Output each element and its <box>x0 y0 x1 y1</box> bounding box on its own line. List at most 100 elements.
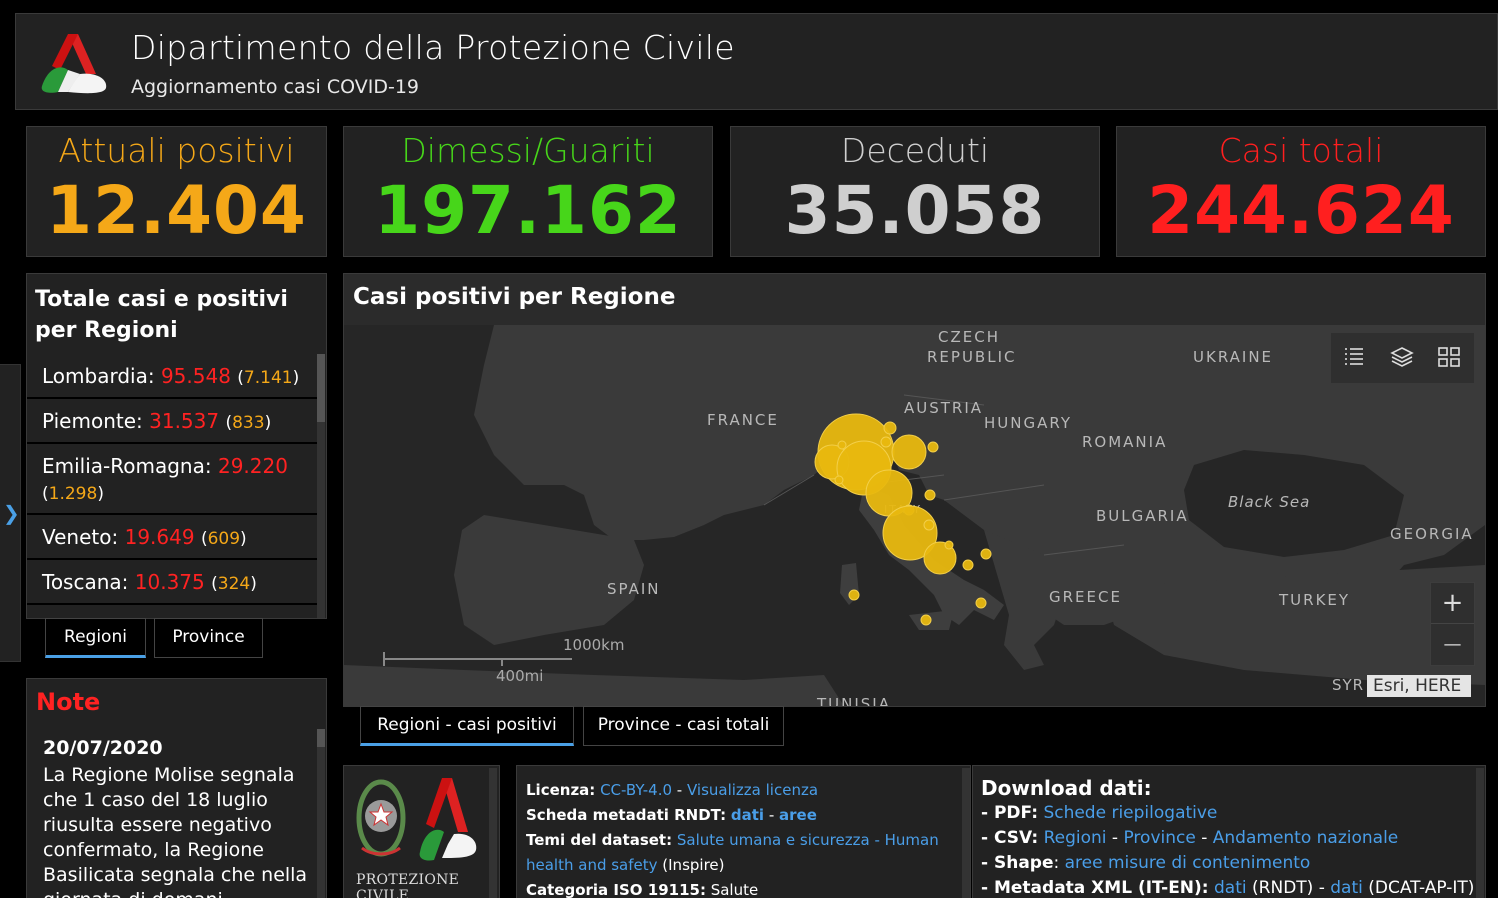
rndt-label: Scheda metadati RNDT: <box>526 806 727 824</box>
shape-label: - Shape <box>981 853 1054 873</box>
list-item[interactable]: Toscana: 10.375 (324) <box>27 560 317 605</box>
region-total: 29.220 <box>217 454 288 478</box>
stat-attuali-positivi: Attuali positivi 12.404 <box>26 126 327 257</box>
xml-rndt-link[interactable]: dati <box>1214 878 1247 898</box>
protezione-civile-triangle-icon <box>419 778 477 861</box>
protezione-civile-logo-icon <box>41 34 107 94</box>
zoom-in-button[interactable]: + <box>1431 583 1474 624</box>
pdf-label: - PDF: <box>981 803 1039 823</box>
stat-value: 244.624 <box>1147 172 1455 249</box>
notes-panel: Note 20/07/2020 La Regione Molise segnal… <box>26 678 327 898</box>
region-total: 10.375 <box>134 570 205 594</box>
separator: - <box>672 781 687 799</box>
region-name: Piemonte: <box>42 409 143 433</box>
region-total: 95.548 <box>160 364 231 388</box>
map-attribution[interactable]: Esri, HERE <box>1367 675 1471 697</box>
bubble-marche <box>924 489 936 501</box>
notes-text: La Regione Molise segnala che 1 caso del… <box>43 764 308 898</box>
regions-list-panel: Totale casi e positivi per Regioni Lomba… <box>26 273 327 619</box>
region-total: 19.649 <box>124 525 195 549</box>
regions-title: Totale casi e positivi per Regioni <box>35 287 288 343</box>
map-title: Casi positivi per Regione <box>353 284 676 310</box>
region-total: 31.537 <box>149 409 220 433</box>
map-toolbar <box>1331 333 1474 383</box>
legend-list-icon[interactable] <box>1343 346 1365 368</box>
map-view[interactable]: CZECH REPUBLIC UKRAINE FRANCE AUSTRIA HU… <box>344 325 1485 706</box>
bubble-puglia <box>980 548 992 560</box>
layers-icon[interactable] <box>1390 346 1414 368</box>
bubble-trentino <box>883 421 897 435</box>
page-title: Dipartimento della Protezione Civile <box>131 28 735 67</box>
stat-value: 12.404 <box>46 172 307 249</box>
tab-regioni-casi-positivi[interactable]: Regioni - casi positivi <box>360 706 574 746</box>
stat-label: Dimessi/Guariti <box>401 131 655 170</box>
licence-link[interactable]: CC-BY-4.0 <box>600 781 672 799</box>
scrollbar-thumb[interactable] <box>317 729 325 747</box>
side-panel-toggle[interactable]: ❯ <box>0 364 21 662</box>
download-title: Download dati: <box>981 776 1152 800</box>
logos-scrollbar[interactable] <box>489 768 497 898</box>
region-positive: 324 <box>217 574 251 594</box>
list-item[interactable]: Emilia-Romagna: 29.220 (1.298) <box>27 444 317 515</box>
bubble-veneto <box>891 434 927 470</box>
app-header: Dipartimento della Protezione Civile Agg… <box>15 13 1498 110</box>
csv-province-link[interactable]: Province <box>1123 828 1195 848</box>
stat-value: 35.058 <box>784 172 1046 249</box>
scale-km: 1000km <box>563 636 625 654</box>
download-scrollbar[interactable] <box>1476 768 1484 898</box>
tab-province-casi-totali[interactable]: Province - casi totali <box>583 706 784 746</box>
stat-deceduti: Deceduti 35.058 <box>730 126 1100 257</box>
tab-province[interactable]: Province <box>154 618 263 658</box>
rndt-dati-link[interactable]: dati <box>731 806 764 824</box>
list-item[interactable]: Piemonte: 31.537 (833) <box>27 399 317 444</box>
region-positive: 1.298 <box>48 484 98 504</box>
rndt-aree-link[interactable]: aree <box>779 806 817 824</box>
bubble-abruzzo <box>923 519 935 531</box>
stat-label: Deceduti <box>840 131 990 170</box>
notes-scrollbar[interactable] <box>317 729 325 898</box>
stat-label: Attuali positivi <box>58 131 295 170</box>
inspire-text: (Inspire) <box>657 856 725 874</box>
iso-value: Salute <box>705 881 759 898</box>
bubble-valle-aosta <box>837 440 847 450</box>
tab-regioni[interactable]: Regioni <box>45 618 146 658</box>
italian-emblem-icon <box>356 779 406 857</box>
zoom-out-button[interactable]: — <box>1431 625 1474 666</box>
scrollbar-thumb[interactable] <box>317 354 325 422</box>
scale-mi: 400mi <box>496 667 544 685</box>
list-item[interactable]: Lombardia: 95.548 (7.141) <box>27 354 317 399</box>
theme-link-cont[interactable]: health and safety <box>526 856 658 874</box>
licence-label: Licenza: <box>526 781 596 799</box>
bubble-calabria <box>975 597 987 609</box>
csv-label: - CSV: <box>981 828 1039 848</box>
list-item[interactable]: Veneto: 19.649 (609) <box>27 515 317 560</box>
region-name: Emilia-Romagna: <box>42 454 212 478</box>
licence-scrollbar[interactable] <box>962 768 970 898</box>
shape-link[interactable]: aree misure di contenimento <box>1065 853 1311 873</box>
separator: - <box>764 806 779 824</box>
xml-label: - Metadata XML (IT-EN): <box>981 878 1209 898</box>
csv-regioni-link[interactable]: Regioni <box>1044 828 1107 848</box>
region-positive: 7.141 <box>243 368 293 388</box>
basemap-gallery-icon[interactable] <box>1437 346 1461 368</box>
region-positive: 609 <box>207 529 241 549</box>
pdf-link[interactable]: Schede riepilogative <box>1043 803 1217 823</box>
zoom-control: + — <box>1430 582 1475 666</box>
notes-date: 20/07/2020 <box>43 737 163 759</box>
csv-andamento-link[interactable]: Andamento nazionale <box>1213 828 1399 848</box>
notes-title: Note <box>36 688 101 716</box>
xml-text: (RNDT) - <box>1246 878 1331 898</box>
download-panel: Download dati: - PDF: Schede riepilogati… <box>972 765 1486 898</box>
logo-caption: PROTEZIONE CIVILE <box>356 872 460 898</box>
theme-link[interactable]: Salute umana e sicurezza - Human <box>677 831 939 849</box>
bubble-friuli <box>927 441 939 453</box>
logos-panel: PROTEZIONE CIVILE <box>343 765 500 898</box>
xml-dcat-link[interactable]: dati <box>1330 878 1363 898</box>
region-name: Veneto: <box>42 525 119 549</box>
stat-dimessi-guariti: Dimessi/Guariti 197.162 <box>343 126 713 257</box>
themes-label: Temi del dataset: <box>526 831 673 849</box>
scale-bar <box>383 652 572 666</box>
bubble-basilicata <box>962 559 974 571</box>
regions-scrollbar[interactable] <box>317 354 325 618</box>
view-licence-link[interactable]: Visualizza licenza <box>687 781 818 799</box>
